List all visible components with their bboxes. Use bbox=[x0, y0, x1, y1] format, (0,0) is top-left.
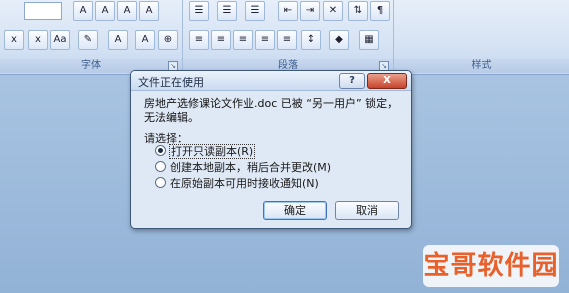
show-marks-button[interactable]: ¶ bbox=[370, 1, 390, 21]
radio-selected-icon[interactable] bbox=[155, 145, 166, 156]
paragraph-group: ☰ ☰ ☰ ⇤ ⇥ ✕ ⇅ ¶ ≡ ≡ ≡ ≡ ≡ ↕ ◆ ▦ 段落 ↘ bbox=[183, 0, 394, 74]
grow-font-button[interactable]: A bbox=[73, 1, 93, 21]
enclose-char-button[interactable]: ⊕ bbox=[158, 30, 178, 50]
close-button[interactable]: X bbox=[367, 73, 407, 89]
bullets-button[interactable]: ☰ bbox=[189, 1, 209, 21]
sort-button[interactable]: ⇅ bbox=[348, 1, 368, 21]
align-center-button[interactable]: ≡ bbox=[211, 30, 231, 50]
option-notify[interactable]: 在原始副本可用时接收通知(N) bbox=[155, 177, 319, 191]
align-left-button[interactable]: ≡ bbox=[189, 30, 209, 50]
styles-group: 样式 bbox=[394, 0, 569, 74]
option-create-local-copy[interactable]: 创建本地副本，稍后合并更改(M) bbox=[155, 161, 331, 175]
justify-button[interactable]: ≡ bbox=[255, 30, 275, 50]
option-label: 打开只读副本(R) bbox=[168, 144, 256, 159]
highlight-button[interactable]: ✎ bbox=[78, 30, 98, 50]
align-right-button[interactable]: ≡ bbox=[233, 30, 253, 50]
chinese-layout-button[interactable]: ✕ bbox=[323, 1, 343, 21]
subscript-button[interactable]: x bbox=[4, 30, 24, 50]
line-spacing-button[interactable]: ↕ bbox=[301, 30, 321, 50]
styles-group-label: 样式 bbox=[394, 59, 569, 73]
shrink-font-button[interactable]: A bbox=[95, 1, 115, 21]
option-open-readonly[interactable]: 打开只读副本(R) bbox=[155, 144, 256, 159]
choose-label: 请选择： bbox=[144, 132, 188, 145]
clear-format-button[interactable]: A bbox=[117, 1, 137, 21]
font-group: A A A A x x Aa ✎ A A ⊕ 字体 ↘ bbox=[0, 0, 183, 74]
option-label: 在原始副本可用时接收通知(N) bbox=[170, 177, 319, 190]
ok-button[interactable]: 确定 bbox=[263, 201, 327, 220]
superscript-button[interactable]: x bbox=[28, 30, 48, 50]
dialog-titlebar[interactable]: 文件正在使用 ? X bbox=[131, 71, 411, 91]
file-in-use-dialog: 文件正在使用 ? X 房地产选修课论文作业.doc 已被 “另一用户” 锁定，无… bbox=[130, 70, 412, 229]
font-size-box[interactable] bbox=[24, 2, 62, 20]
change-case-button[interactable]: Aa bbox=[50, 30, 70, 50]
dialog-message: 房地产选修课论文作业.doc 已被 “另一用户” 锁定，无法编辑。 bbox=[144, 97, 399, 124]
ribbon: A A A A x x Aa ✎ A A ⊕ 字体 ↘ ☰ ☰ ☰ ⇤ ⇥ ✕ … bbox=[0, 0, 569, 75]
phonetic-button[interactable]: A bbox=[139, 1, 159, 21]
distributed-button[interactable]: ≡ bbox=[277, 30, 297, 50]
option-label: 创建本地副本，稍后合并更改(M) bbox=[170, 161, 332, 174]
numbering-button[interactable]: ☰ bbox=[217, 1, 237, 21]
borders-button[interactable]: ▦ bbox=[359, 30, 379, 50]
watermark-logo: 宝哥软件园 bbox=[423, 245, 559, 287]
radio-icon[interactable] bbox=[155, 177, 166, 188]
char-shade-button[interactable]: A bbox=[135, 30, 155, 50]
cancel-button[interactable]: 取消 bbox=[335, 201, 399, 220]
help-button[interactable]: ? bbox=[339, 73, 365, 89]
radio-icon[interactable] bbox=[155, 161, 166, 172]
increase-indent-button[interactable]: ⇥ bbox=[300, 1, 320, 21]
decrease-indent-button[interactable]: ⇤ bbox=[278, 1, 298, 21]
multilevel-list-button[interactable]: ☰ bbox=[245, 1, 265, 21]
shading-button[interactable]: ◆ bbox=[329, 30, 349, 50]
dialog-title: 文件正在使用 bbox=[138, 76, 204, 89]
font-color-button[interactable]: A bbox=[108, 30, 128, 50]
